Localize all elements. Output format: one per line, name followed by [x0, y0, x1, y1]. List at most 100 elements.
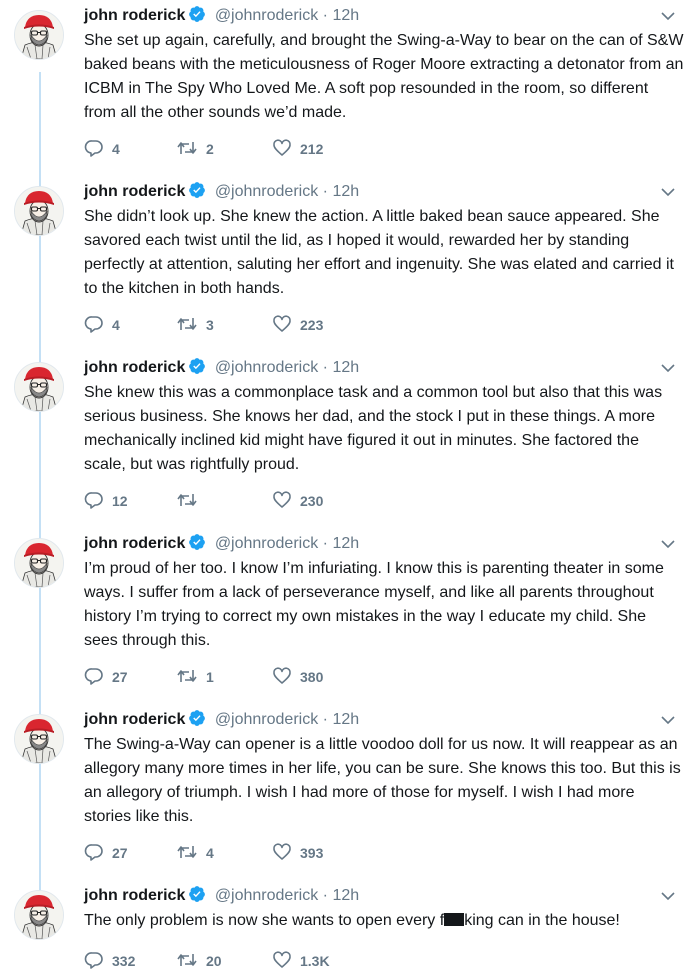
reply-button[interactable]: 4: [84, 314, 120, 334]
verified-badge-icon: [188, 533, 206, 558]
chevron-down-icon[interactable]: [660, 712, 676, 733]
tweet-header: john roderick @johnroderick · 12h: [84, 709, 359, 731]
tweet-header: john roderick @johnroderick · 12h: [84, 181, 359, 203]
like-icon: [272, 139, 292, 157]
avatar[interactable]: [14, 186, 64, 236]
retweet-button[interactable]: 3: [176, 314, 214, 334]
author-handle[interactable]: @johnroderick: [215, 711, 318, 728]
like-button[interactable]: 380: [272, 666, 323, 686]
separator-dot: ·: [322, 711, 328, 728]
tweet-actions: 4 3 223: [84, 314, 484, 334]
reply-button[interactable]: 332: [84, 950, 135, 970]
tweet-actions: 27 4 393: [84, 842, 484, 862]
tweet-actions: 27 1 380: [84, 666, 484, 686]
tweet-text-content: She set up again, carefully, and brought…: [84, 32, 684, 121]
author-handle[interactable]: @johnroderick: [215, 359, 318, 376]
reply-count: 12: [112, 493, 128, 509]
retweet-button[interactable]: 20: [176, 950, 222, 970]
author-handle[interactable]: @johnroderick: [215, 7, 318, 24]
reply-icon: [84, 316, 104, 333]
censor-bar: [444, 913, 465, 926]
retweet-button[interactable]: 1: [176, 666, 214, 686]
reply-button[interactable]: 12: [84, 490, 128, 510]
retweet-button[interactable]: 4: [176, 842, 214, 862]
author-name[interactable]: john roderick: [84, 7, 185, 24]
reply-count: 27: [112, 669, 128, 685]
like-button[interactable]: 1.3K: [272, 950, 330, 970]
retweet-icon: [176, 845, 198, 861]
chevron-down-icon[interactable]: [660, 888, 676, 909]
tweet-text: She didn’t look up. She knew the action.…: [84, 205, 684, 301]
author-name[interactable]: john roderick: [84, 887, 185, 904]
separator-dot: ·: [322, 7, 328, 24]
like-button[interactable]: 212: [272, 138, 323, 158]
like-icon: [272, 951, 292, 969]
tweet-text: She set up again, carefully, and brought…: [84, 29, 684, 125]
avatar[interactable]: [14, 362, 64, 412]
like-button[interactable]: 393: [272, 842, 323, 862]
like-button[interactable]: 230: [272, 490, 323, 510]
reply-icon: [84, 952, 104, 969]
separator-dot: ·: [322, 359, 328, 376]
verified-badge-icon: [188, 357, 206, 382]
avatar[interactable]: [14, 538, 64, 588]
tweet-header: john roderick @johnroderick · 12h: [84, 5, 359, 27]
like-icon: [272, 667, 292, 685]
tweet-header: john roderick @johnroderick · 12h: [84, 533, 359, 555]
verified-badge-icon: [188, 885, 206, 910]
like-count: 380: [300, 669, 324, 685]
retweet-count: 2: [206, 141, 214, 157]
reply-icon: [84, 668, 104, 685]
avatar[interactable]: [14, 10, 64, 60]
timestamp[interactable]: 12h: [332, 359, 359, 376]
author-name[interactable]: john roderick: [84, 711, 185, 728]
retweet-icon: [176, 953, 198, 969]
tweet-text: She knew this was a commonplace task and…: [84, 381, 684, 477]
retweet-icon: [176, 493, 198, 509]
reply-count: 27: [112, 845, 128, 861]
reply-button[interactable]: 27: [84, 842, 128, 862]
verified-badge-icon: [188, 181, 206, 206]
reply-count: 332: [112, 953, 136, 969]
author-handle[interactable]: @johnroderick: [215, 183, 318, 200]
reply-button[interactable]: 27: [84, 666, 128, 686]
author-name[interactable]: john roderick: [84, 183, 185, 200]
retweet-count: 20: [206, 953, 222, 969]
author-name[interactable]: john roderick: [84, 359, 185, 376]
tweet-text: The Swing-a-Way can opener is a little v…: [84, 733, 684, 829]
retweet-count: 3: [206, 317, 214, 333]
timestamp[interactable]: 12h: [332, 183, 359, 200]
tweet-header: john roderick @johnroderick · 12h: [84, 357, 359, 379]
separator-dot: ·: [322, 887, 328, 904]
chevron-down-icon[interactable]: [660, 360, 676, 381]
retweet-count: 1: [206, 669, 214, 685]
tweet-text-content: She knew this was a commonplace task and…: [84, 384, 663, 473]
avatar[interactable]: [14, 890, 64, 940]
chevron-down-icon[interactable]: [660, 184, 676, 205]
like-count: 393: [300, 845, 324, 861]
tweet-actions: 12 230: [84, 490, 484, 510]
tweet-text-content: I’m proud of her too. I know I’m infuria…: [84, 560, 664, 649]
tweet-actions: 4 2 212: [84, 138, 484, 158]
timestamp[interactable]: 12h: [332, 7, 359, 24]
timestamp[interactable]: 12h: [332, 887, 359, 904]
like-icon: [272, 843, 292, 861]
timestamp[interactable]: 12h: [332, 535, 359, 552]
reply-count: 4: [112, 317, 120, 333]
separator-dot: ·: [322, 535, 328, 552]
retweet-count: 4: [206, 845, 214, 861]
like-count: 230: [300, 493, 324, 509]
author-handle[interactable]: @johnroderick: [215, 535, 318, 552]
reply-button[interactable]: 4: [84, 138, 120, 158]
retweet-button[interactable]: 2: [176, 138, 214, 158]
author-name[interactable]: john roderick: [84, 535, 185, 552]
timestamp[interactable]: 12h: [332, 711, 359, 728]
like-button[interactable]: 223: [272, 314, 323, 334]
avatar[interactable]: [14, 714, 64, 764]
reply-icon: [84, 492, 104, 509]
retweet-icon: [176, 317, 198, 333]
chevron-down-icon[interactable]: [660, 8, 676, 29]
author-handle[interactable]: @johnroderick: [215, 887, 318, 904]
retweet-button[interactable]: [176, 490, 206, 510]
chevron-down-icon[interactable]: [660, 536, 676, 557]
